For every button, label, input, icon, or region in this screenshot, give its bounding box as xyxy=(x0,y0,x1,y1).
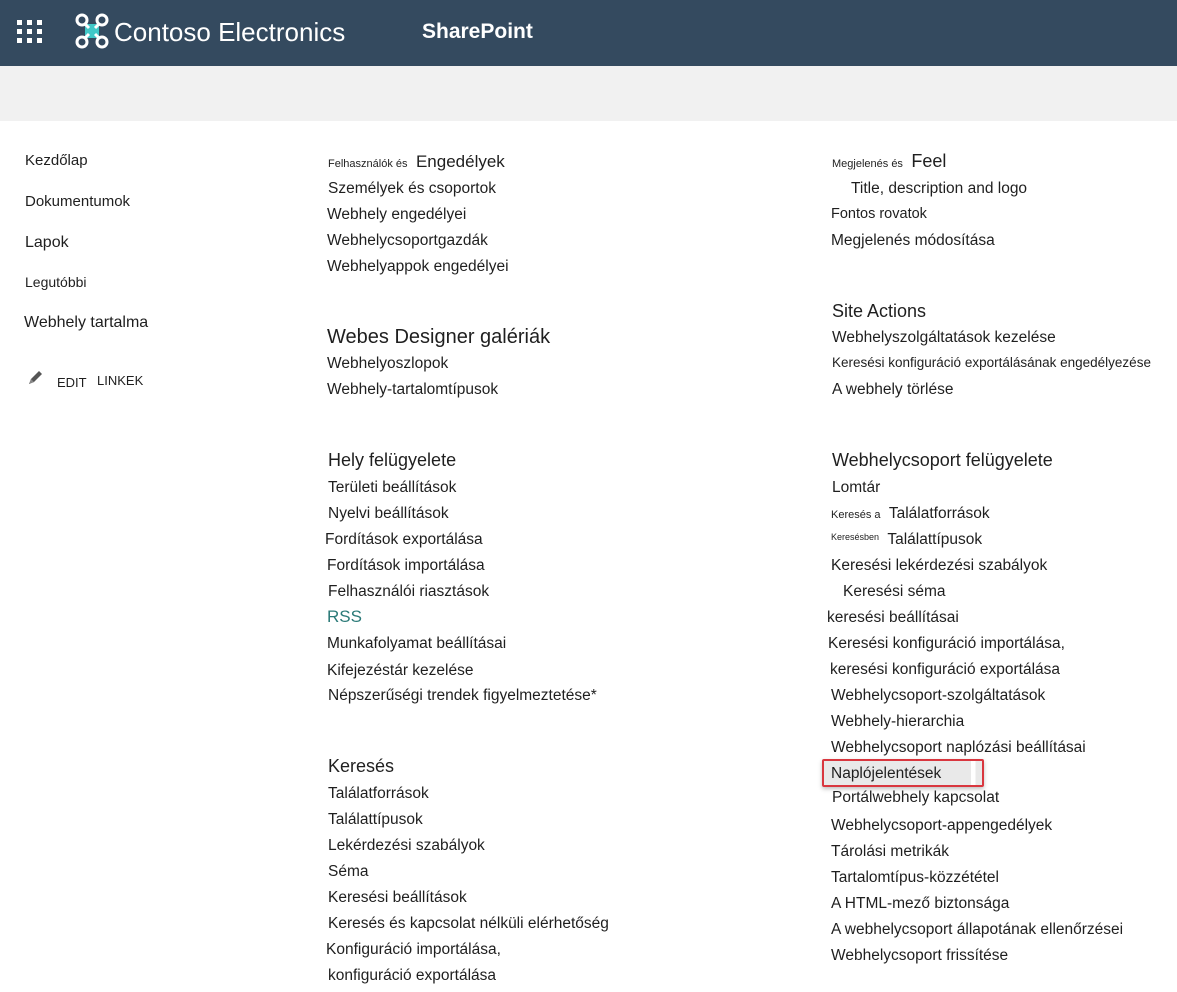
site-hierarchy-link[interactable]: Webhely-hierarchia xyxy=(831,713,964,731)
audit-settings-link[interactable]: Webhelycsoport naplózási beállításai xyxy=(831,739,1086,757)
contoso-logo-icon[interactable] xyxy=(75,12,109,50)
ribbon-bar xyxy=(0,66,1177,121)
search-config-export-link[interactable]: keresési konfiguráció exportálása xyxy=(830,661,1060,679)
collection-result-types-link[interactable]: Keresésben Találattípusok xyxy=(831,531,982,549)
recycle-bin-link[interactable]: Lomtár xyxy=(832,479,880,497)
regional-settings-link[interactable]: Területi beállítások xyxy=(328,479,456,497)
site-permissions-link[interactable]: Webhely engedélyei xyxy=(327,206,466,224)
collection-result-sources-link[interactable]: Keresés a Találatforrások xyxy=(831,505,990,523)
site-collection-upgrade-link[interactable]: Webhelycsoport frissítése xyxy=(831,947,1008,965)
configuration-export-link[interactable]: konfiguráció exportálása xyxy=(328,967,496,985)
nav-item-site-contents[interactable]: Webhely tartalma xyxy=(24,314,148,332)
site-columns-link[interactable]: Webhelyoszlopok xyxy=(327,355,448,373)
search-settings-collection-link[interactable]: keresési beállításai xyxy=(827,609,959,627)
site-administration-heading: Hely felügyelete xyxy=(328,450,457,470)
site-collection-admin-heading: Webhelycsoport felügyelete xyxy=(832,450,1053,470)
change-look-link[interactable]: Megjelenés módosítása xyxy=(831,232,995,250)
brand-name[interactable]: Contoso Electronics xyxy=(114,17,345,48)
export-translations-link[interactable]: Fordítások exportálása xyxy=(325,531,483,549)
popularity-trends-link[interactable]: Népszerűségi trendek figyelmeztetése* xyxy=(328,687,597,705)
search-settings-link[interactable]: Keresési beállítások xyxy=(328,889,467,907)
delete-site-link[interactable]: A webhely törlése xyxy=(832,381,954,399)
enable-search-config-export-link[interactable]: Keresési konfiguráció exportálásának eng… xyxy=(832,355,1151,370)
site-app-permissions-link[interactable]: Webhelyappok engedélyei xyxy=(327,258,509,276)
search-offline-availability-link[interactable]: Keresés és kapcsolat nélküli elérhetőség xyxy=(328,915,609,933)
nav-item-home[interactable]: Kezdőlap xyxy=(25,152,88,169)
workflow-settings-link[interactable]: Munkafolyamat beállításai xyxy=(327,635,506,653)
suite-bar: Contoso Electronics SharePoint xyxy=(0,0,1177,66)
search-schema-link[interactable]: Keresési séma xyxy=(843,583,946,601)
featured-sections-link[interactable]: Fontos rovatok xyxy=(831,206,927,222)
look-feel-heading: Megjelenés és Feel xyxy=(832,151,947,171)
site-collection-admins-link[interactable]: Webhelycsoportgazdák xyxy=(327,232,488,250)
import-translations-link[interactable]: Fordítások importálása xyxy=(327,557,485,575)
site-content-types-link[interactable]: Webhely-tartalomtípusok xyxy=(327,381,498,399)
users-permissions-heading: Felhasználók és Engedélyek xyxy=(328,152,505,171)
links-label[interactable]: LINKEK xyxy=(97,373,143,388)
content-type-publishing-link[interactable]: Tartalomtípus-közzététel xyxy=(831,869,999,887)
language-settings-link[interactable]: Nyelvi beállítások xyxy=(328,505,449,523)
manage-site-features-link[interactable]: Webhelyszolgáltatások kezelése xyxy=(832,329,1056,347)
result-sources-link[interactable]: Találatforrások xyxy=(328,785,429,803)
site-collection-app-permissions-link[interactable]: Webhelycsoport-appengedélyek xyxy=(831,817,1052,835)
nav-item-pages[interactable]: Lapok xyxy=(25,234,69,252)
health-checks-link[interactable]: A webhelycsoport állapotának ellenőrzése… xyxy=(831,921,1123,939)
search-config-import-link[interactable]: Keresési konfiguráció importálása, xyxy=(828,635,1065,653)
audit-log-reports-link[interactable]: Naplójelentések xyxy=(831,765,941,783)
pencil-icon xyxy=(29,371,42,384)
search-heading: Keresés xyxy=(328,756,395,776)
title-description-logo-link[interactable]: Title, description and logo xyxy=(851,180,1027,198)
search-query-rules-link[interactable]: Keresési lekérdezési szabályok xyxy=(831,557,1047,575)
storage-metrics-link[interactable]: Tárolási metrikák xyxy=(831,843,949,861)
people-groups-link[interactable]: Személyek és csoportok xyxy=(328,180,496,198)
html-field-security-link[interactable]: A HTML-mező biztonsága xyxy=(831,895,1009,913)
app-launcher-icon[interactable] xyxy=(17,20,42,43)
query-rules-link[interactable]: Lekérdezési szabályok xyxy=(328,837,485,855)
portal-site-connection-link[interactable]: Portálwebhely kapcsolat xyxy=(832,789,999,807)
configuration-import-link[interactable]: Konfiguráció importálása, xyxy=(326,941,501,959)
result-types-link[interactable]: Találattípusok xyxy=(328,811,423,829)
user-alerts-link[interactable]: Felhasználói riasztások xyxy=(328,583,489,601)
nav-item-documents[interactable]: Dokumentumok xyxy=(25,193,130,210)
site-actions-heading: Site Actions xyxy=(832,301,927,321)
site-collection-features-link[interactable]: Webhelycsoport-szolgáltatások xyxy=(831,687,1045,705)
edit-label[interactable]: EDIT xyxy=(57,375,87,390)
schema-link[interactable]: Séma xyxy=(328,863,369,881)
rss-link[interactable]: RSS xyxy=(327,607,362,627)
product-name[interactable]: SharePoint xyxy=(422,20,533,44)
term-store-management-link[interactable]: Kifejezéstár kezelése xyxy=(327,662,473,680)
nav-item-recent[interactable]: Legutóbbi xyxy=(25,274,87,290)
designer-galleries-heading: Webes Designer galériák xyxy=(327,326,551,348)
